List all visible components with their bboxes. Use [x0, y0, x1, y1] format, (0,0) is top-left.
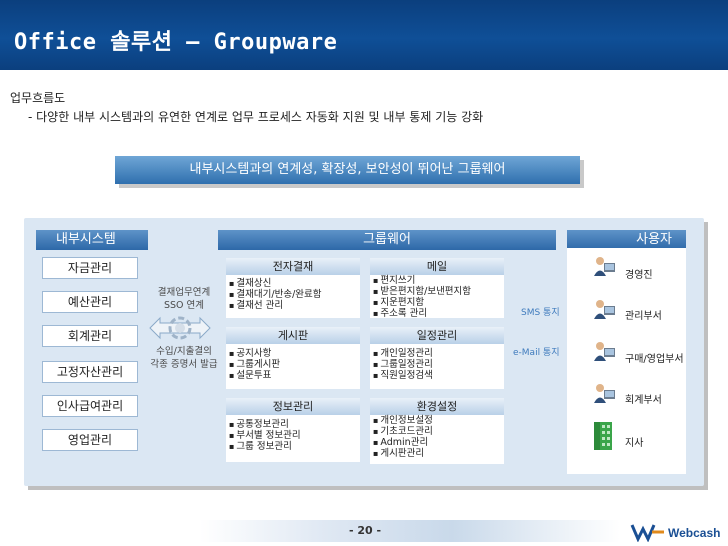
- section-description: - 다양한 내부 시스템과의 유연한 연계로 업무 프로세스 자동화 지원 및 …: [28, 110, 484, 124]
- user-label: 지사: [625, 438, 644, 449]
- internal-system-item: 인사급여관리: [42, 395, 138, 417]
- groupware-feature: 지운편지함: [373, 297, 504, 308]
- internal-systems-header: 내부시스템: [36, 230, 148, 250]
- groupware-box-title: 일정관리: [370, 327, 504, 344]
- flow-label-approval: 결재업무연계: [157, 287, 211, 298]
- groupware-feature: 결재선 관리: [229, 300, 360, 311]
- internal-system-item: 자금관리: [42, 257, 138, 279]
- groupware-feature: 게시판관리: [373, 448, 504, 459]
- groupware-feature: 편지쓰기: [373, 275, 504, 286]
- user-person-icon: [594, 342, 615, 361]
- page-number: - 20 -: [348, 524, 382, 537]
- groupware-feature: 결재상신: [229, 278, 360, 289]
- groupware-feature: 개인정보설정: [373, 415, 504, 426]
- groupware-box-approval: 전자결재 결재상신 결재대기/반송/완료함 결재선 관리: [226, 258, 360, 318]
- groupware-feature: 그룹일정관리: [373, 359, 504, 370]
- groupware-box-mail: 메일 편지쓰기 받은편지함/보낸편지함 지운편지함 주소록 관리: [370, 258, 504, 319]
- groupware-box-title: 전자결재: [226, 258, 360, 275]
- groupware-feature: 개인일정관리: [373, 348, 504, 359]
- groupware-feature: 주소록 관리: [373, 308, 504, 319]
- groupware-box-title: 정보관리: [226, 398, 360, 415]
- user-label: 관리부서: [625, 311, 662, 322]
- sync-arrows-icon: [149, 316, 211, 340]
- groupware-box-board: 게시판 공지사항 그룹게시판 설문투표: [226, 327, 360, 389]
- users-header: 사용자: [567, 230, 686, 250]
- groupware-box-title: 환경설정: [370, 398, 504, 415]
- flow-label-expense: 수입/지출결의: [156, 346, 212, 357]
- user-person-icon: [594, 384, 615, 403]
- sms-notification-label: SMS 통지: [521, 308, 560, 318]
- section-heading: 업무흐름도: [10, 91, 66, 105]
- groupware-feature: 부서별 정보관리: [229, 430, 360, 441]
- groupware-feature: 설문투표: [229, 370, 360, 381]
- branch-building-icon: [594, 422, 612, 450]
- user-label: 회계부서: [625, 395, 662, 406]
- webcash-logo-text: Webcash: [668, 526, 721, 540]
- groupware-feature: Admin관리: [373, 437, 504, 448]
- groupware-box-settings: 환경설정 개인정보설정 기초코드관리 Admin관리 게시판관리: [370, 398, 504, 464]
- groupware-feature: 직원일정검색: [373, 370, 504, 381]
- internal-system-item: 고정자산관리: [42, 361, 138, 383]
- groupware-header: 그룹웨어: [218, 230, 556, 250]
- groupware-feature: 기초코드관리: [373, 426, 504, 437]
- internal-system-item: 영업관리: [42, 429, 138, 451]
- groupware-box-title: 게시판: [226, 327, 360, 344]
- user-person-icon: [594, 300, 615, 319]
- user-person-icon: [594, 257, 615, 276]
- internal-system-item: 회계관리: [42, 325, 138, 347]
- slide-title: Office 솔루션 – Groupware: [14, 30, 338, 55]
- flow-label-sso: SSO 연계: [163, 300, 205, 311]
- groupware-box-title: 메일: [370, 258, 504, 275]
- groupware-box-info: 정보관리 공통정보관리 부서별 정보관리 그룹 정보관리: [226, 398, 360, 462]
- webcash-logo-icon: [630, 524, 664, 542]
- user-label: 구매/영업부서: [625, 354, 684, 365]
- groupware-feature: 받은편지함/보낸편지함: [373, 286, 504, 297]
- flow-label-certificate: 각종 증명서 발급: [150, 359, 218, 370]
- banner: 내부시스템과의 연계성, 확장성, 보안성이 뛰어난 그룹웨어: [115, 156, 580, 184]
- internal-system-item: 예산관리: [42, 291, 138, 313]
- groupware-feature: 그룹게시판: [229, 359, 360, 370]
- groupware-feature: 결재대기/반송/완료함: [229, 289, 360, 300]
- groupware-feature: 그룹 정보관리: [229, 441, 360, 452]
- groupware-feature: 공통정보관리: [229, 419, 360, 430]
- groupware-feature: 공지사항: [229, 348, 360, 359]
- groupware-box-schedule: 일정관리 개인일정관리 그룹일정관리 직원일정검색: [370, 327, 504, 389]
- email-notification-label: e-Mail 통지: [513, 348, 560, 358]
- user-label: 경영진: [625, 270, 653, 281]
- footer-band: [200, 520, 620, 542]
